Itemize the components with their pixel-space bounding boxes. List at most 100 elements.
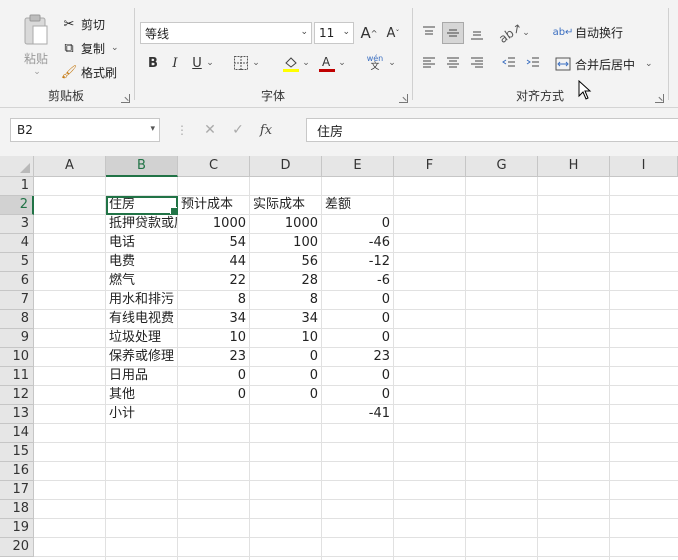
cell-e7[interactable]: 0 <box>322 291 394 310</box>
borders-dropdown[interactable]: ⌄ <box>248 52 262 74</box>
chevron-down-icon[interactable]: ⌄ <box>645 59 653 69</box>
column-header-g[interactable]: G <box>466 156 538 177</box>
cell-c5[interactable]: 44 <box>178 253 250 272</box>
row-header-14[interactable]: 14 <box>0 424 34 443</box>
formula-input[interactable]: 住房 <box>306 118 678 142</box>
column-header-c[interactable]: C <box>178 156 250 177</box>
fill-color-dropdown[interactable]: ⌄ <box>298 52 312 74</box>
grow-font-button[interactable]: A ^ <box>358 22 380 44</box>
cut-button[interactable]: ✂ 剪切 <box>60 14 105 34</box>
align-middle-button[interactable] <box>442 22 464 44</box>
cell-b7[interactable]: 用水和排污 <box>106 291 178 310</box>
cell-d3[interactable]: 1000 <box>250 215 322 234</box>
row-header-16[interactable]: 16 <box>0 462 34 481</box>
insert-function-button[interactable]: fx <box>252 123 280 138</box>
align-top-button[interactable] <box>418 22 440 44</box>
cell-c2[interactable]: 预计成本 <box>178 196 250 215</box>
chevron-down-icon[interactable]: ▾ <box>150 124 155 134</box>
cell-b4[interactable]: 电话 <box>106 234 178 253</box>
check-icon[interactable]: ✓ <box>224 122 252 138</box>
cell-c3[interactable]: 1000 <box>178 215 250 234</box>
row-header-11[interactable]: 11 <box>0 367 34 386</box>
cell-e9[interactable]: 0 <box>322 329 394 348</box>
cell-d7[interactable]: 8 <box>250 291 322 310</box>
cell-b2[interactable]: 住房 <box>106 196 178 215</box>
row-header-17[interactable]: 17 <box>0 481 34 500</box>
cell-e3[interactable]: 0 <box>322 215 394 234</box>
cell-e8[interactable]: 0 <box>322 310 394 329</box>
cell-c12[interactable]: 0 <box>178 386 250 405</box>
merge-center-button[interactable]: 合并后居中 ⌄ <box>554 54 653 74</box>
italic-button[interactable]: I <box>164 52 186 74</box>
phonetic-dropdown[interactable]: ⌄ <box>384 52 398 74</box>
increase-indent-button[interactable] <box>522 52 544 74</box>
row-header-9[interactable]: 9 <box>0 329 34 348</box>
column-header-h[interactable]: H <box>538 156 610 177</box>
shrink-font-button[interactable]: Aˇ <box>382 22 404 44</box>
cell-c4[interactable]: 54 <box>178 234 250 253</box>
cell-c13[interactable] <box>178 405 250 424</box>
cell-e10[interactable]: 23 <box>322 348 394 367</box>
cell-b10[interactable]: 保养或修理 <box>106 348 178 367</box>
align-left-button[interactable] <box>418 52 440 74</box>
row-header-20[interactable]: 20 <box>0 538 34 557</box>
underline-dropdown[interactable]: ⌄ <box>202 52 216 74</box>
row-header-4[interactable]: 4 <box>0 234 34 253</box>
cell-d13[interactable] <box>250 405 322 424</box>
cell-e6[interactable]: -6 <box>322 272 394 291</box>
column-header-e[interactable]: E <box>322 156 394 177</box>
row-header-10[interactable]: 10 <box>0 348 34 367</box>
cell-c10[interactable]: 23 <box>178 348 250 367</box>
cell-d11[interactable]: 0 <box>250 367 322 386</box>
cell-c11[interactable]: 0 <box>178 367 250 386</box>
cell-b9[interactable]: 垃圾处理 <box>106 329 178 348</box>
cell-d10[interactable]: 0 <box>250 348 322 367</box>
cell-e12[interactable]: 0 <box>322 386 394 405</box>
column-header-a[interactable]: A <box>34 156 106 177</box>
format-painter-button[interactable]: 🖌 格式刷 <box>60 62 117 82</box>
cell-c8[interactable]: 34 <box>178 310 250 329</box>
cell-b11[interactable]: 日用品 <box>106 367 178 386</box>
cell-b8[interactable]: 有线电视费 <box>106 310 178 329</box>
font-launcher-icon[interactable] <box>399 94 408 103</box>
cell-d2[interactable]: 实际成本 <box>250 196 322 215</box>
cell-d6[interactable]: 28 <box>250 272 322 291</box>
paste-dropdown-icon[interactable]: ⌄ <box>18 67 56 77</box>
row-header-6[interactable]: 6 <box>0 272 34 291</box>
decrease-indent-button[interactable] <box>498 52 520 74</box>
font-name-select[interactable]: 等线 ⌄ <box>140 22 312 44</box>
phonetic-button[interactable]: wén 文 <box>364 52 386 74</box>
cell-d5[interactable]: 56 <box>250 253 322 272</box>
cell-d4[interactable]: 100 <box>250 234 322 253</box>
cell-d8[interactable]: 34 <box>250 310 322 329</box>
font-size-select[interactable]: 11 ⌄ <box>314 22 354 44</box>
cell-e11[interactable]: 0 <box>322 367 394 386</box>
row-header-3[interactable]: 3 <box>0 215 34 234</box>
cell-b13[interactable]: 小计 <box>106 405 178 424</box>
align-right-button[interactable] <box>466 52 488 74</box>
cell-d9[interactable]: 10 <box>250 329 322 348</box>
align-bottom-button[interactable] <box>466 22 488 44</box>
cell-b3[interactable]: 抵押贷款或房租 <box>106 215 178 234</box>
cell-c6[interactable]: 22 <box>178 272 250 291</box>
cell-b12[interactable]: 其他 <box>106 386 178 405</box>
row-header-12[interactable]: 12 <box>0 386 34 405</box>
clipboard-launcher-icon[interactable] <box>121 94 130 103</box>
row-header-2[interactable]: 2 <box>0 196 34 215</box>
row-header-18[interactable]: 18 <box>0 500 34 519</box>
column-header-b[interactable]: B <box>106 156 178 177</box>
column-header-d[interactable]: D <box>250 156 322 177</box>
cell-e2[interactable]: 差额 <box>322 196 394 215</box>
cell-e4[interactable]: -46 <box>322 234 394 253</box>
row-header-1[interactable]: 1 <box>0 177 34 196</box>
bold-button[interactable]: B <box>142 52 164 74</box>
cell-d12[interactable]: 0 <box>250 386 322 405</box>
cell-c9[interactable]: 10 <box>178 329 250 348</box>
align-center-button[interactable] <box>442 52 464 74</box>
cell-e13[interactable]: -41 <box>322 405 394 424</box>
wrap-text-button[interactable]: ab↵ 自动换行 <box>553 22 623 42</box>
cancel-icon[interactable]: ✕ <box>196 122 224 138</box>
row-header-13[interactable]: 13 <box>0 405 34 424</box>
row-header-8[interactable]: 8 <box>0 310 34 329</box>
cell-b5[interactable]: 电费 <box>106 253 178 272</box>
